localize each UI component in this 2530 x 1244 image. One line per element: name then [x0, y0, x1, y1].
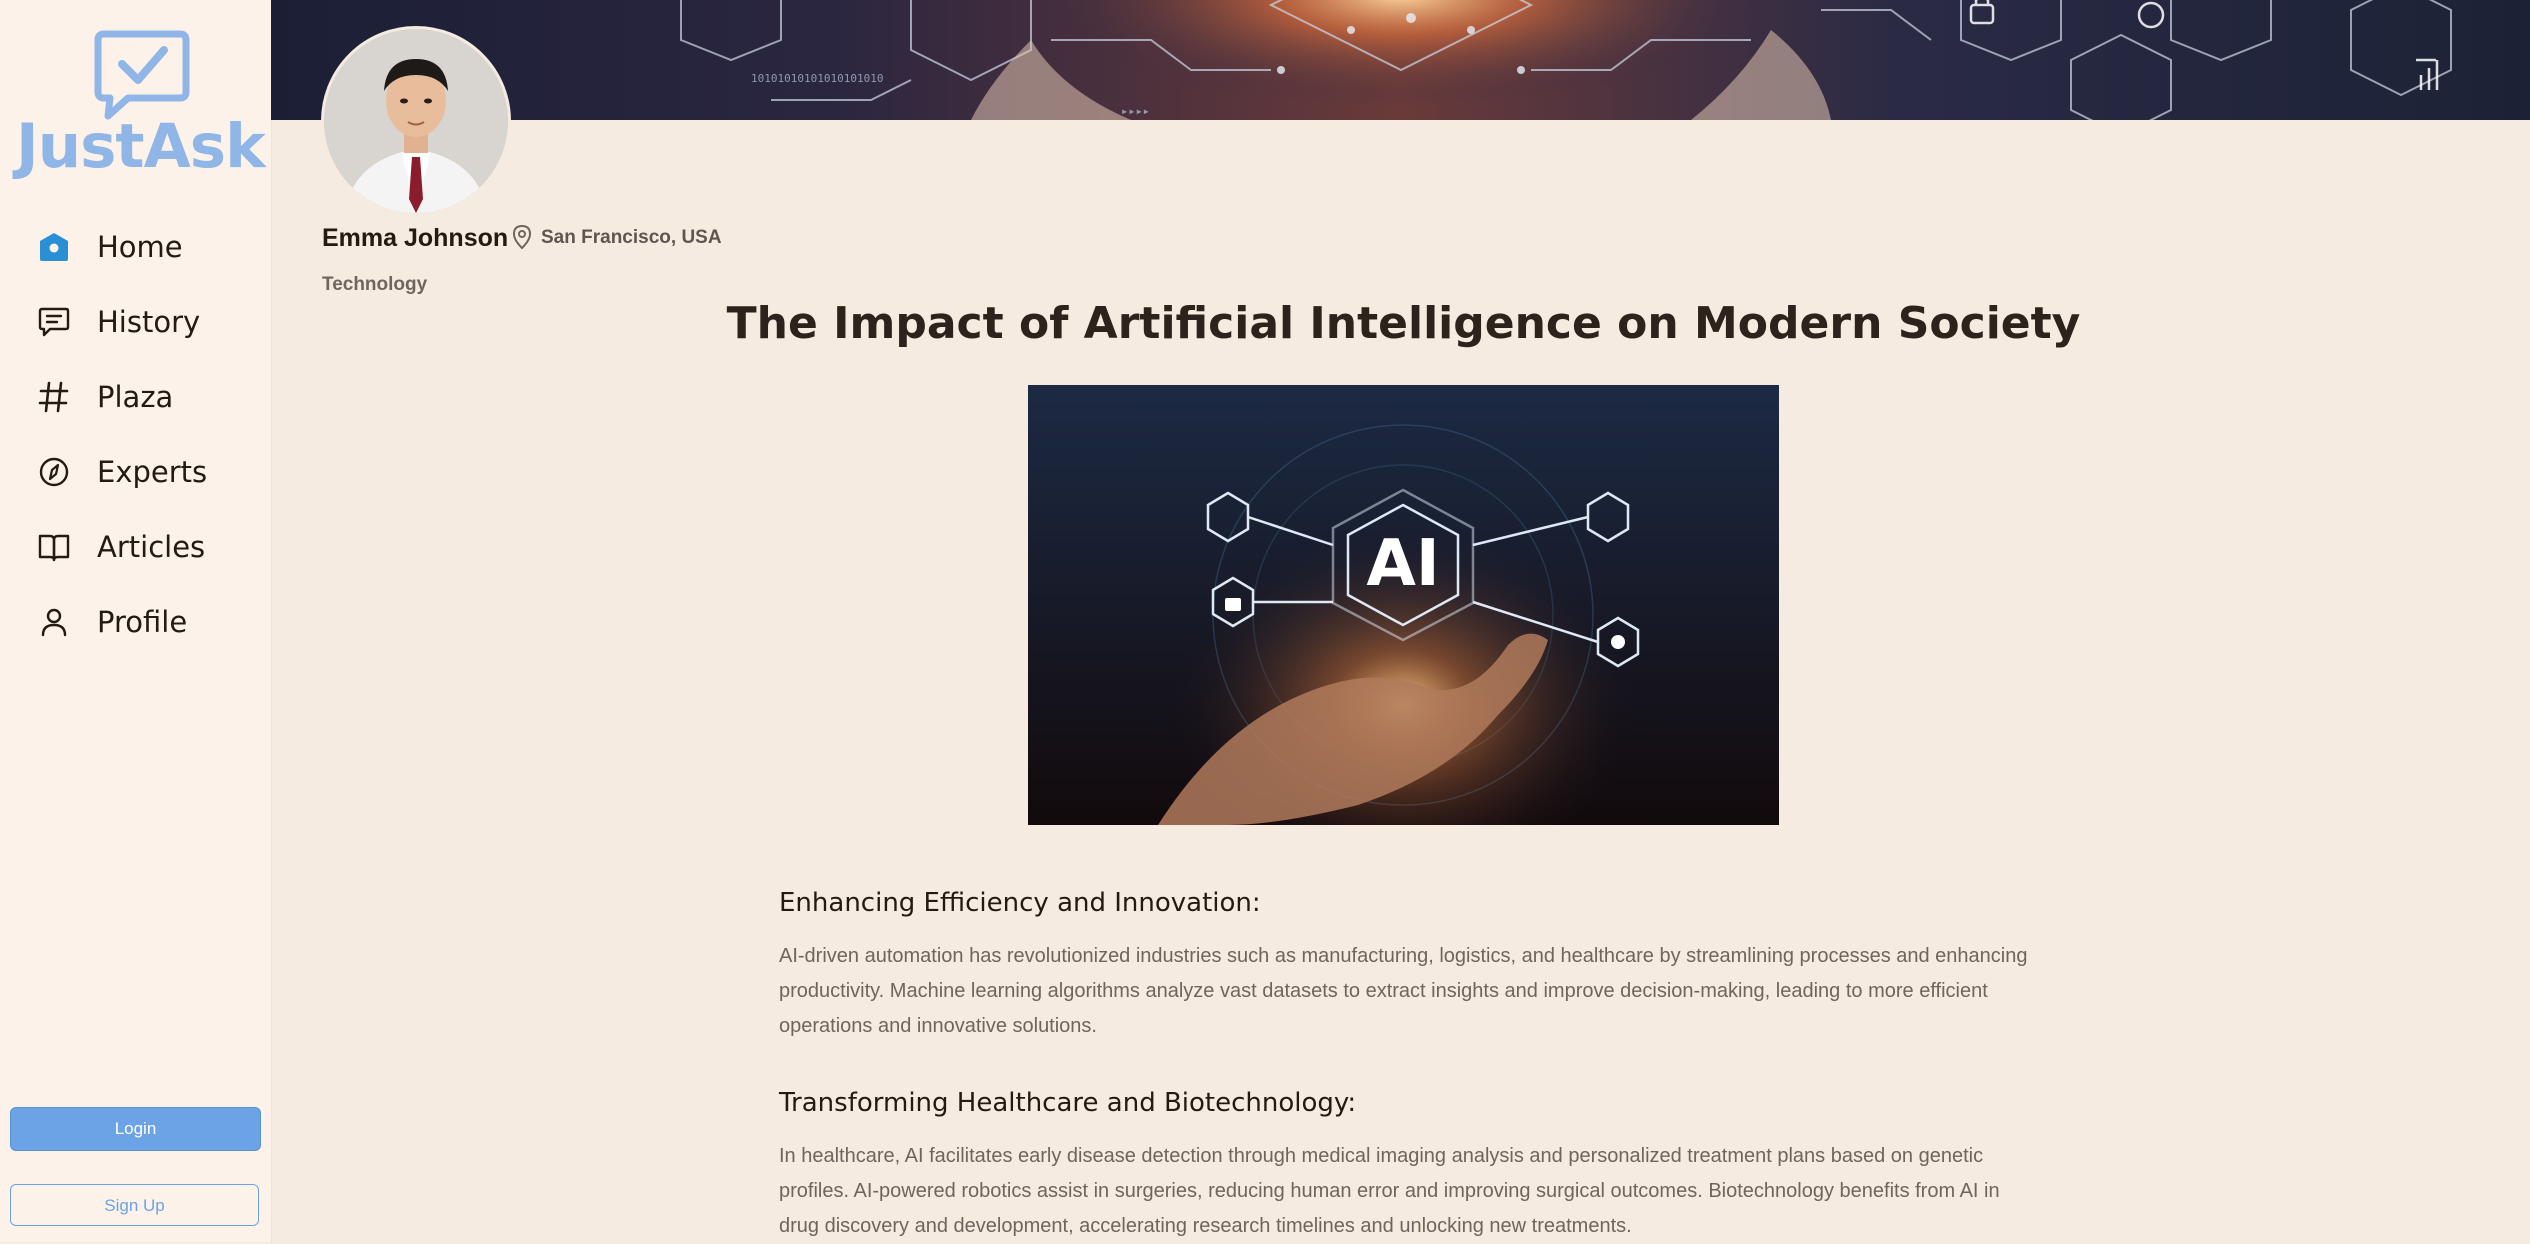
section-body: In healthcare, AI facilitates early dise…	[779, 1145, 2000, 1237]
sidebar-item-experts[interactable]: Experts	[0, 444, 271, 500]
sidebar-item-profile[interactable]: Profile	[0, 594, 271, 650]
ai-hand-illustration: AI	[1028, 385, 1779, 825]
article-title: The Impact of Artificial Intelligence on…	[726, 298, 2081, 349]
sidebar-item-label: Articles	[97, 530, 206, 564]
author-photo	[324, 29, 508, 213]
chat-bubble-icon	[36, 304, 72, 340]
home-icon	[36, 229, 72, 265]
svg-text:10101010101010101010: 10101010101010101010	[751, 72, 883, 85]
logo-wordmark: JustAsk	[16, 111, 266, 182]
svg-text:AI: AI	[1366, 527, 1439, 601]
author-location: San Francisco, USA	[541, 227, 722, 248]
sidebar-item-label: Plaza	[97, 380, 174, 414]
location-pin-icon	[511, 224, 533, 250]
sidebar-item-label: Experts	[97, 455, 208, 489]
sidebar-item-articles[interactable]: Articles	[0, 519, 271, 575]
book-icon	[36, 529, 72, 565]
section-heading: Transforming Healthcare and Biotechnolog…	[779, 1088, 1357, 1118]
circuit-banner-image: 10101010101010101010 ▸▸▸▸	[680, 0, 2452, 120]
sidebar: JustAsk Home History Plaza Experts Artic…	[0, 0, 272, 1242]
hash-icon	[36, 379, 72, 415]
svg-text:▸▸▸▸: ▸▸▸▸	[1121, 104, 1150, 118]
sidebar-item-label: History	[97, 305, 201, 339]
sidebar-item-history[interactable]: History	[0, 294, 271, 350]
sidebar-item-home[interactable]: Home	[0, 219, 271, 275]
signup-button[interactable]: Sign Up	[10, 1184, 259, 1226]
author-name[interactable]: Emma Johnson	[322, 224, 508, 253]
login-button[interactable]: Login	[10, 1107, 261, 1151]
article-hero-image: AI	[1028, 385, 1779, 825]
sidebar-item-label: Profile	[97, 605, 188, 639]
compass-icon	[36, 454, 72, 490]
user-icon	[36, 604, 72, 640]
sidebar-item-label: Home	[97, 230, 183, 264]
author-category: Technology	[322, 274, 428, 295]
section-heading: Enhancing Efficiency and Innovation:	[779, 888, 1261, 918]
section-body: AI-driven automation has revolutionized …	[779, 945, 2028, 1037]
logo[interactable]: JustAsk	[14, 30, 266, 182]
author-avatar[interactable]	[321, 26, 511, 216]
profile-banner: 10101010101010101010 ▸▸▸▸	[271, 0, 2530, 120]
sidebar-item-plaza[interactable]: Plaza	[0, 369, 271, 425]
